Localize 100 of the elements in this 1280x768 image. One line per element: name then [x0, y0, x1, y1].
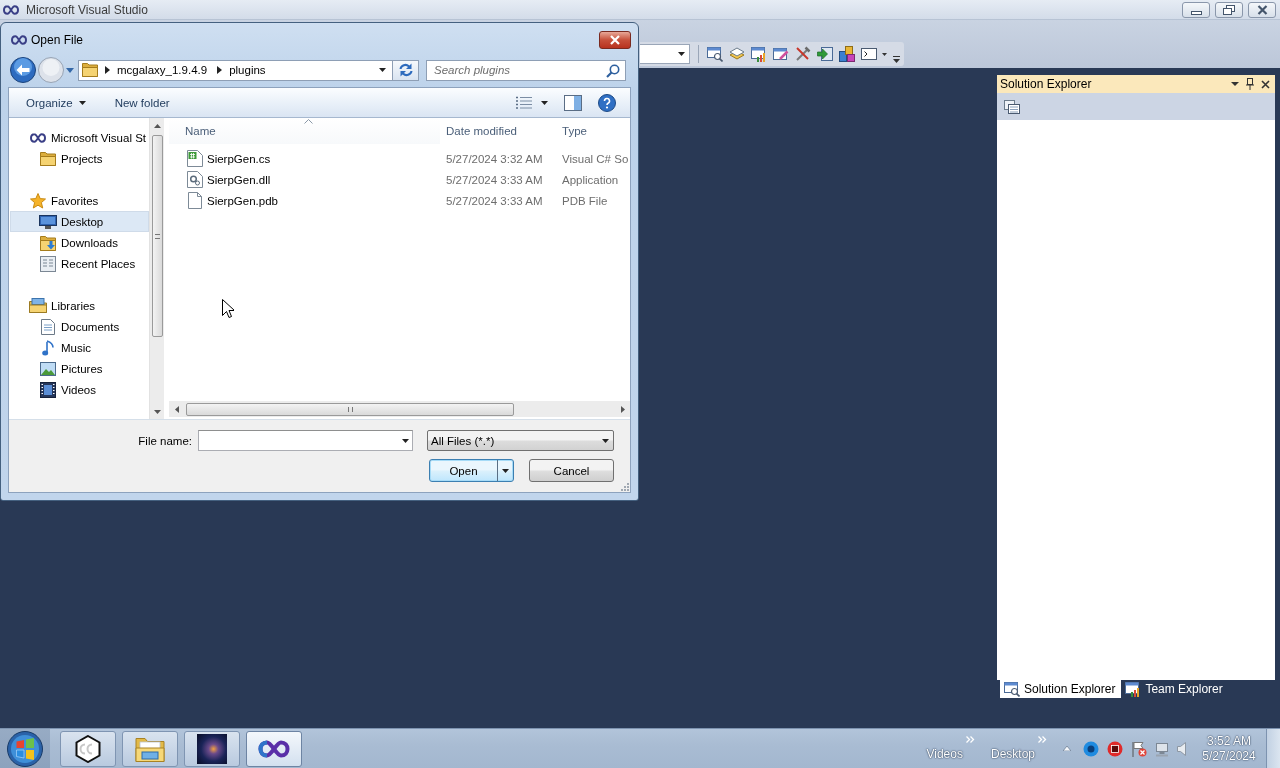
caret-icon[interactable] [402, 439, 409, 443]
details-list-icon [515, 95, 533, 110]
help-icon [598, 93, 616, 112]
document-icon [41, 318, 55, 335]
horizontal-scrollbar[interactable] [169, 401, 630, 417]
arrow-down-icon [153, 409, 161, 414]
date-modified: 5/27/2024 3:33 AM [446, 194, 543, 207]
back-button-icon[interactable] [10, 57, 36, 83]
infinity-icon [3, 4, 19, 15]
search-field[interactable]: Search plugins [426, 59, 626, 81]
command-button[interactable]: New folder [108, 90, 176, 115]
panel-tab[interactable]: Team Explorer [1121, 680, 1229, 698]
monitor-icon [39, 214, 57, 229]
nav-item[interactable]: Projects [10, 148, 149, 169]
search-icon[interactable] [606, 63, 620, 78]
date-modified: 5/27/2024 3:33 AM [446, 173, 543, 186]
caret-icon[interactable] [1231, 82, 1239, 86]
caret-icon[interactable] [882, 52, 887, 56]
infinity-icon [11, 35, 27, 45]
star-icon [30, 192, 46, 209]
nav-item[interactable]: Recent Places [10, 253, 149, 274]
taskbar-button[interactable] [246, 730, 302, 767]
nav-item[interactable]: Documents [10, 316, 149, 337]
file-name[interactable]: SierpGen.cs [207, 152, 271, 165]
preview-pane-icon [564, 94, 582, 111]
nav-item[interactable]: Microsoft Visual St [10, 127, 149, 148]
window-pencil-icon[interactable] [773, 46, 789, 62]
date-modified: 5/27/2024 3:32 AM [446, 152, 543, 165]
panel-title: Solution Explorer [1000, 77, 1092, 91]
double-chevron-icon [965, 735, 975, 743]
file-name[interactable]: SierpGen.pdb [207, 194, 278, 207]
picture-icon [40, 361, 56, 376]
command-button[interactable]: Organize [20, 90, 92, 115]
nav-item[interactable]: Pictures [10, 358, 149, 379]
minimize-button[interactable] [1182, 2, 1210, 18]
breadcrumb-item[interactable]: plugins [226, 61, 269, 79]
arrow-into-box-icon[interactable] [817, 47, 833, 61]
address-bar[interactable]: mcgalaxy_1.9.4.9 plugins [78, 59, 393, 81]
close-icon[interactable] [1261, 79, 1270, 89]
monitor-icon[interactable] [1155, 740, 1169, 757]
file-name[interactable]: SierpGen.dll [207, 173, 271, 186]
chevron-right-icon[interactable] [105, 66, 110, 74]
nav-item[interactable]: Libraries [10, 295, 149, 316]
disc-icon[interactable] [1083, 740, 1099, 757]
column-header[interactable]: Type [558, 118, 630, 144]
infinity-icon [30, 132, 46, 143]
crossed-tools-icon[interactable] [795, 46, 811, 62]
folder-arrow-icon [40, 234, 56, 251]
nav-item[interactable]: Videos [10, 379, 149, 400]
taskbar-button[interactable] [184, 730, 240, 767]
dialog-title: Open File [31, 33, 84, 47]
window-title: Microsoft Visual Studio [26, 2, 148, 17]
dialog-button[interactable]: Cancel [529, 459, 614, 482]
file-type: PDB File [562, 194, 608, 207]
resize-grip-icon[interactable] [619, 481, 629, 491]
stacked-layers-icon[interactable] [729, 47, 745, 61]
close-button[interactable] [599, 31, 631, 49]
infinity-icon [258, 739, 290, 758]
pin-icon[interactable] [1246, 78, 1254, 90]
column-header[interactable]: Name [169, 118, 440, 144]
nav-item[interactable]: Music [10, 337, 149, 358]
caret-up-icon[interactable] [1063, 746, 1071, 751]
taskbar-button[interactable] [60, 730, 116, 767]
nav-item[interactable]: Favorites [10, 190, 149, 211]
window-magnifier-icon[interactable] [707, 46, 723, 62]
start-button[interactable] [0, 729, 50, 768]
caret-icon [678, 52, 685, 56]
nav-item[interactable]: Downloads [10, 232, 149, 253]
window-chart-icon[interactable] [751, 46, 767, 62]
restore-button[interactable] [1215, 2, 1243, 18]
folder-icon [82, 63, 98, 77]
breadcrumb-item[interactable]: mcgalaxy_1.9.4.9 [114, 61, 211, 79]
code-file-icon [187, 150, 203, 167]
scrollbar-thumb[interactable] [151, 135, 163, 337]
music-note-icon [42, 339, 54, 356]
arrow-up-icon [153, 123, 161, 128]
record-stop-icon[interactable] [1107, 740, 1123, 757]
hexagon-icon [75, 734, 101, 763]
file-name-field[interactable] [198, 430, 413, 451]
dialog-button[interactable]: Open [429, 459, 514, 482]
window-magnifier-icon [1004, 681, 1020, 697]
arrow-left-icon [174, 405, 179, 413]
field-label: File name: [138, 434, 192, 447]
flag-cross-icon[interactable] [1131, 740, 1147, 757]
toolbar-options-icon[interactable] [893, 56, 900, 63]
console-window-icon[interactable] [861, 48, 877, 60]
chevron-right-icon[interactable] [217, 66, 223, 74]
caret-icon [541, 100, 548, 105]
column-header[interactable]: Date modified [440, 118, 558, 144]
scrollbar-thumb[interactable] [186, 402, 514, 416]
panel-tab[interactable]: Solution Explorer [1000, 680, 1122, 698]
file-type-dropdown[interactable]: All Files (*.*) [427, 430, 614, 451]
close-button[interactable] [1248, 2, 1276, 18]
nav-item[interactable]: Desktop [10, 211, 149, 232]
vertical-scrollbar[interactable] [149, 118, 164, 419]
blocks-icon[interactable] [839, 46, 855, 62]
refresh-button[interactable] [393, 59, 419, 81]
start-orb-icon [7, 730, 43, 767]
stacked-pages-icon[interactable] [1004, 99, 1020, 114]
folder-icon [40, 151, 56, 166]
